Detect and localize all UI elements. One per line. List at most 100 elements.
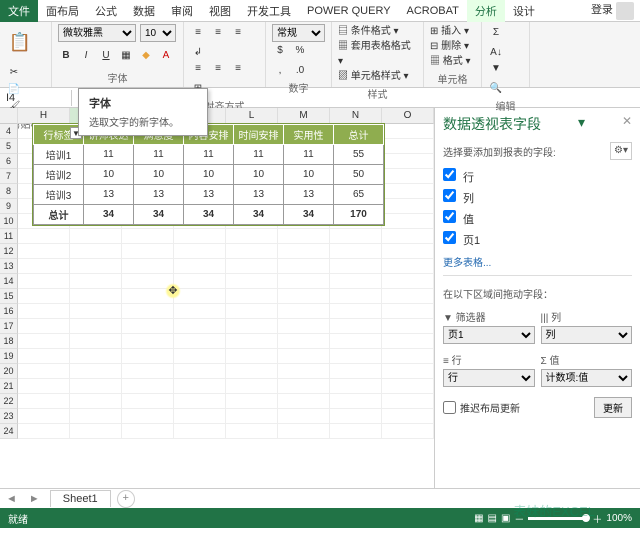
align-mid-icon[interactable]: ≡ [210,24,226,40]
cond-format-button[interactable]: ▤ 条件格式 ▾ [338,24,417,39]
col-m[interactable]: M [278,108,330,124]
pane-dropdown-icon[interactable]: ▾ [578,114,585,134]
vals-area-select[interactable]: 计数项:值 [541,369,633,387]
close-icon[interactable]: ✕ [622,114,632,134]
row-header[interactable]: 23 [0,409,18,424]
field-checkbox[interactable]: 列 [443,187,632,208]
currency-icon[interactable]: $ [272,42,288,58]
pivot-table[interactable]: 行标签▼讲师表达满意度内容安排时间安排实用性总计培训1111111111155培… [32,123,385,226]
tab-dev[interactable]: 开发工具 [239,0,299,22]
tab-data[interactable]: 数据 [125,0,163,22]
more-tables-link[interactable]: 更多表格... [443,254,632,269]
gear-icon[interactable]: ⚙▾ [610,142,632,160]
view-layout-icon[interactable]: ▤ [488,513,497,524]
paste-button[interactable]: 📋 [6,24,34,60]
defer-checkbox[interactable] [443,401,456,414]
format-button[interactable]: ▦ 格式 ▾ [430,54,475,69]
tab-review[interactable]: 审阅 [163,0,201,22]
fill-icon[interactable]: ▼ [488,60,504,76]
italic-button[interactable]: I [78,47,94,63]
tab-design[interactable]: 设计 [505,0,543,22]
inc-dec-icon[interactable]: .0 [292,62,308,78]
row-header[interactable]: 8 [0,184,18,199]
tab-view[interactable]: 视图 [201,0,239,22]
field-checkbox[interactable]: 页1 [443,229,632,250]
select-all-corner[interactable] [0,108,18,124]
col-l[interactable]: L [226,108,278,124]
copy-icon[interactable]: 📄 [6,81,22,97]
sheet-tab-1[interactable]: Sheet1 [50,490,111,507]
field-checkbox[interactable]: 行 [443,166,632,187]
row-header[interactable]: 22 [0,394,18,409]
row-header[interactable]: 14 [0,274,18,289]
rows-area-select[interactable]: 行 [443,369,535,387]
comma-icon[interactable]: , [272,62,288,78]
tab-layout[interactable]: 面布局 [38,0,87,22]
pivot-fields-pane: 数据透视表字段▾ ✕ 选择要添加到报表的字段:⚙▾ 行 列 值 页1更多表格..… [435,108,640,488]
wrap-icon[interactable]: ↲ [190,44,206,60]
percent-icon[interactable]: % [292,42,308,58]
align-right-icon[interactable]: ≡ [230,60,246,76]
row-header[interactable]: 5 [0,139,18,154]
cols-area-select[interactable]: 列 [541,326,633,344]
user-icon [616,2,634,20]
row-header[interactable]: 13 [0,259,18,274]
row-header[interactable]: 10 [0,214,18,229]
fill-color-button[interactable]: ◆ [138,47,154,63]
row-header[interactable]: 21 [0,379,18,394]
row-header[interactable]: 11 [0,229,18,244]
row-header[interactable]: 6 [0,154,18,169]
row-header[interactable]: 17 [0,319,18,334]
align-bot-icon[interactable]: ≡ [230,24,246,40]
worksheet[interactable]: H I J K L M N O 456789101112131415161718… [0,108,435,488]
view-normal-icon[interactable]: ▦ [474,513,483,524]
tab-powerquery[interactable]: POWER QUERY [299,2,399,20]
field-checkbox[interactable]: 值 [443,208,632,229]
align-left-icon[interactable]: ≡ [190,60,206,76]
tab-file[interactable]: 文件 [0,0,38,22]
cut-icon[interactable]: ✂ [6,64,22,80]
underline-button[interactable]: U [98,47,114,63]
col-n[interactable]: N [330,108,382,124]
table-format-button[interactable]: ▦ 套用表格格式 ▾ [338,39,417,69]
tab-acrobat[interactable]: ACROBAT [399,2,467,20]
group-edit-label: 编辑 [488,96,523,113]
insert-button[interactable]: ⊞ 插入 ▾ [430,24,475,39]
cell-style-button[interactable]: ▨ 单元格样式 ▾ [338,69,417,84]
find-icon[interactable]: 🔍 [488,80,504,96]
font-name-select[interactable]: 微软雅黑 [58,24,136,42]
align-top-icon[interactable]: ≡ [190,24,206,40]
font-size-select[interactable]: 10 [140,24,176,42]
view-break-icon[interactable]: ▣ [501,513,510,524]
font-color-button[interactable]: A [158,47,174,63]
row-header[interactable]: 24 [0,424,18,439]
login-button[interactable]: 登录 [585,0,640,23]
delete-button[interactable]: ⊟ 删除 ▾ [430,39,475,54]
autosum-icon[interactable]: Σ [488,24,504,40]
row-header[interactable]: 12 [0,244,18,259]
number-format-select[interactable]: 常规 [272,24,325,42]
sort-icon[interactable]: A↓ [488,44,504,60]
row-header[interactable]: 18 [0,334,18,349]
tab-analyze[interactable]: 分析 [467,0,505,22]
add-sheet-button[interactable]: + [117,490,135,508]
row-header[interactable]: 9 [0,199,18,214]
filter-area-select[interactable]: 页1 [443,326,535,344]
col-o[interactable]: O [382,108,434,124]
row-header[interactable]: 16 [0,304,18,319]
row-header[interactable]: 7 [0,169,18,184]
col-h[interactable]: H [18,108,70,124]
row-header[interactable]: 19 [0,349,18,364]
zoom-level[interactable]: 100% [606,513,632,524]
align-center-icon[interactable]: ≡ [210,60,226,76]
tab-formula[interactable]: 公式 [87,0,125,22]
row-header[interactable]: 4 [0,124,18,139]
sheet-nav-next[interactable]: ► [23,493,46,505]
watermark: 表妹的EXCEL [513,501,595,520]
sheet-nav-prev[interactable]: ◄ [0,493,23,505]
update-button[interactable]: 更新 [594,397,632,418]
border-button[interactable]: ▦ [118,47,134,63]
row-header[interactable]: 20 [0,364,18,379]
row-header[interactable]: 15 [0,289,18,304]
bold-button[interactable]: B [58,47,74,63]
